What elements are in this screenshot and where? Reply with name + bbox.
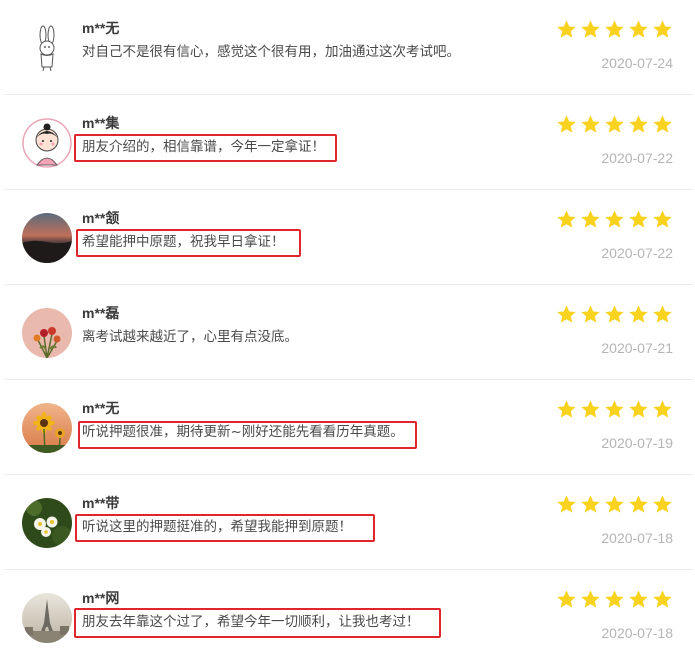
- star-icon: [653, 305, 672, 323]
- star-icon: [557, 400, 576, 418]
- star-icon: [653, 115, 672, 133]
- star-icon: [581, 210, 600, 228]
- sunflower-avatar: [22, 403, 72, 453]
- star-icon: [605, 495, 624, 513]
- highlight-box: [75, 514, 375, 542]
- sunset-avatar: [22, 213, 72, 263]
- star-icon: [653, 20, 672, 38]
- star-icon: [605, 400, 624, 418]
- review-list: m**无 对自己不是很有信心，感觉这个很有用，加油通过这次考试吧。 2020-0…: [0, 0, 695, 648]
- star-icon: [557, 590, 576, 608]
- review-item: m**无 对自己不是很有信心，感觉这个很有用，加油通过这次考试吧。 2020-0…: [0, 0, 695, 95]
- review-item: m**颔 希望能押中原题，祝我早日拿证！ 2020-07-22: [0, 190, 695, 285]
- review-comment: 对自己不是很有信心，感觉这个很有用，加油通过这次考试吧。: [82, 44, 460, 60]
- review-item: m**集 朋友介绍的，相信靠谱，今年一定拿证！ 2020-07-22: [0, 95, 695, 190]
- star-icon: [605, 305, 624, 323]
- review-date: 2020-07-21: [601, 340, 673, 356]
- star-icon: [581, 115, 600, 133]
- rating-stars: [556, 19, 673, 40]
- reviewer-name: m**磊: [82, 305, 120, 321]
- star-icon: [581, 400, 600, 418]
- rabbit-avatar: [22, 23, 72, 73]
- eiffel-avatar: [22, 593, 72, 643]
- review-date: 2020-07-19: [601, 435, 673, 451]
- star-icon: [653, 590, 672, 608]
- reviewer-name: m**颔: [82, 210, 120, 226]
- star-icon: [581, 495, 600, 513]
- rating-stars: [556, 589, 673, 610]
- review-date: 2020-07-18: [601, 530, 673, 546]
- review-date: 2020-07-24: [601, 55, 673, 71]
- star-icon: [653, 495, 672, 513]
- star-icon: [581, 305, 600, 323]
- reviewer-name: m**网: [82, 590, 120, 606]
- star-icon: [557, 305, 576, 323]
- highlight-box: [74, 608, 441, 638]
- star-icon: [557, 210, 576, 228]
- rating-stars: [556, 304, 673, 325]
- rating-stars: [556, 114, 673, 135]
- star-icon: [581, 590, 600, 608]
- reviewer-name: m**无: [82, 20, 120, 36]
- review-item: m**磊 离考试越来越近了，心里有点没底。 2020-07-21: [0, 285, 695, 380]
- reviewer-name: m**集: [82, 115, 120, 131]
- flowers-avatar: [22, 308, 72, 358]
- star-icon: [629, 495, 648, 513]
- star-icon: [629, 210, 648, 228]
- rating-stars: [556, 209, 673, 230]
- star-icon: [629, 20, 648, 38]
- review-date: 2020-07-18: [601, 625, 673, 641]
- star-icon: [557, 115, 576, 133]
- reviewer-name: m**无: [82, 400, 120, 416]
- star-icon: [605, 590, 624, 608]
- star-icon: [653, 400, 672, 418]
- review-date: 2020-07-22: [601, 150, 673, 166]
- highlight-box: [74, 134, 337, 162]
- star-icon: [557, 495, 576, 513]
- review-item: m**带 听说这里的押题挺准的，希望我能押到原题！ 2020-07-18: [0, 475, 695, 570]
- daisy-avatar: [22, 498, 72, 548]
- review-comment: 离考试越来越近了，心里有点没底。: [82, 329, 298, 345]
- reviewer-name: m**带: [82, 495, 120, 511]
- review-date: 2020-07-22: [601, 245, 673, 261]
- star-icon: [629, 400, 648, 418]
- girl-avatar: [22, 118, 72, 168]
- review-item: m**网 朋友去年靠这个过了，希望今年一切顺利，让我也考过！ 2020-07-1…: [0, 570, 695, 665]
- review-item: m**无 听说押题很准，期待更新~刚好还能先看看历年真题。 2020-07-19: [0, 380, 695, 475]
- rating-stars: [556, 494, 673, 515]
- star-icon: [653, 210, 672, 228]
- star-icon: [605, 210, 624, 228]
- star-icon: [629, 590, 648, 608]
- rating-stars: [556, 399, 673, 420]
- highlight-box: [78, 421, 417, 449]
- star-icon: [605, 20, 624, 38]
- highlight-box: [76, 229, 301, 257]
- star-icon: [557, 20, 576, 38]
- star-icon: [605, 115, 624, 133]
- star-icon: [581, 20, 600, 38]
- star-icon: [629, 305, 648, 323]
- star-icon: [629, 115, 648, 133]
